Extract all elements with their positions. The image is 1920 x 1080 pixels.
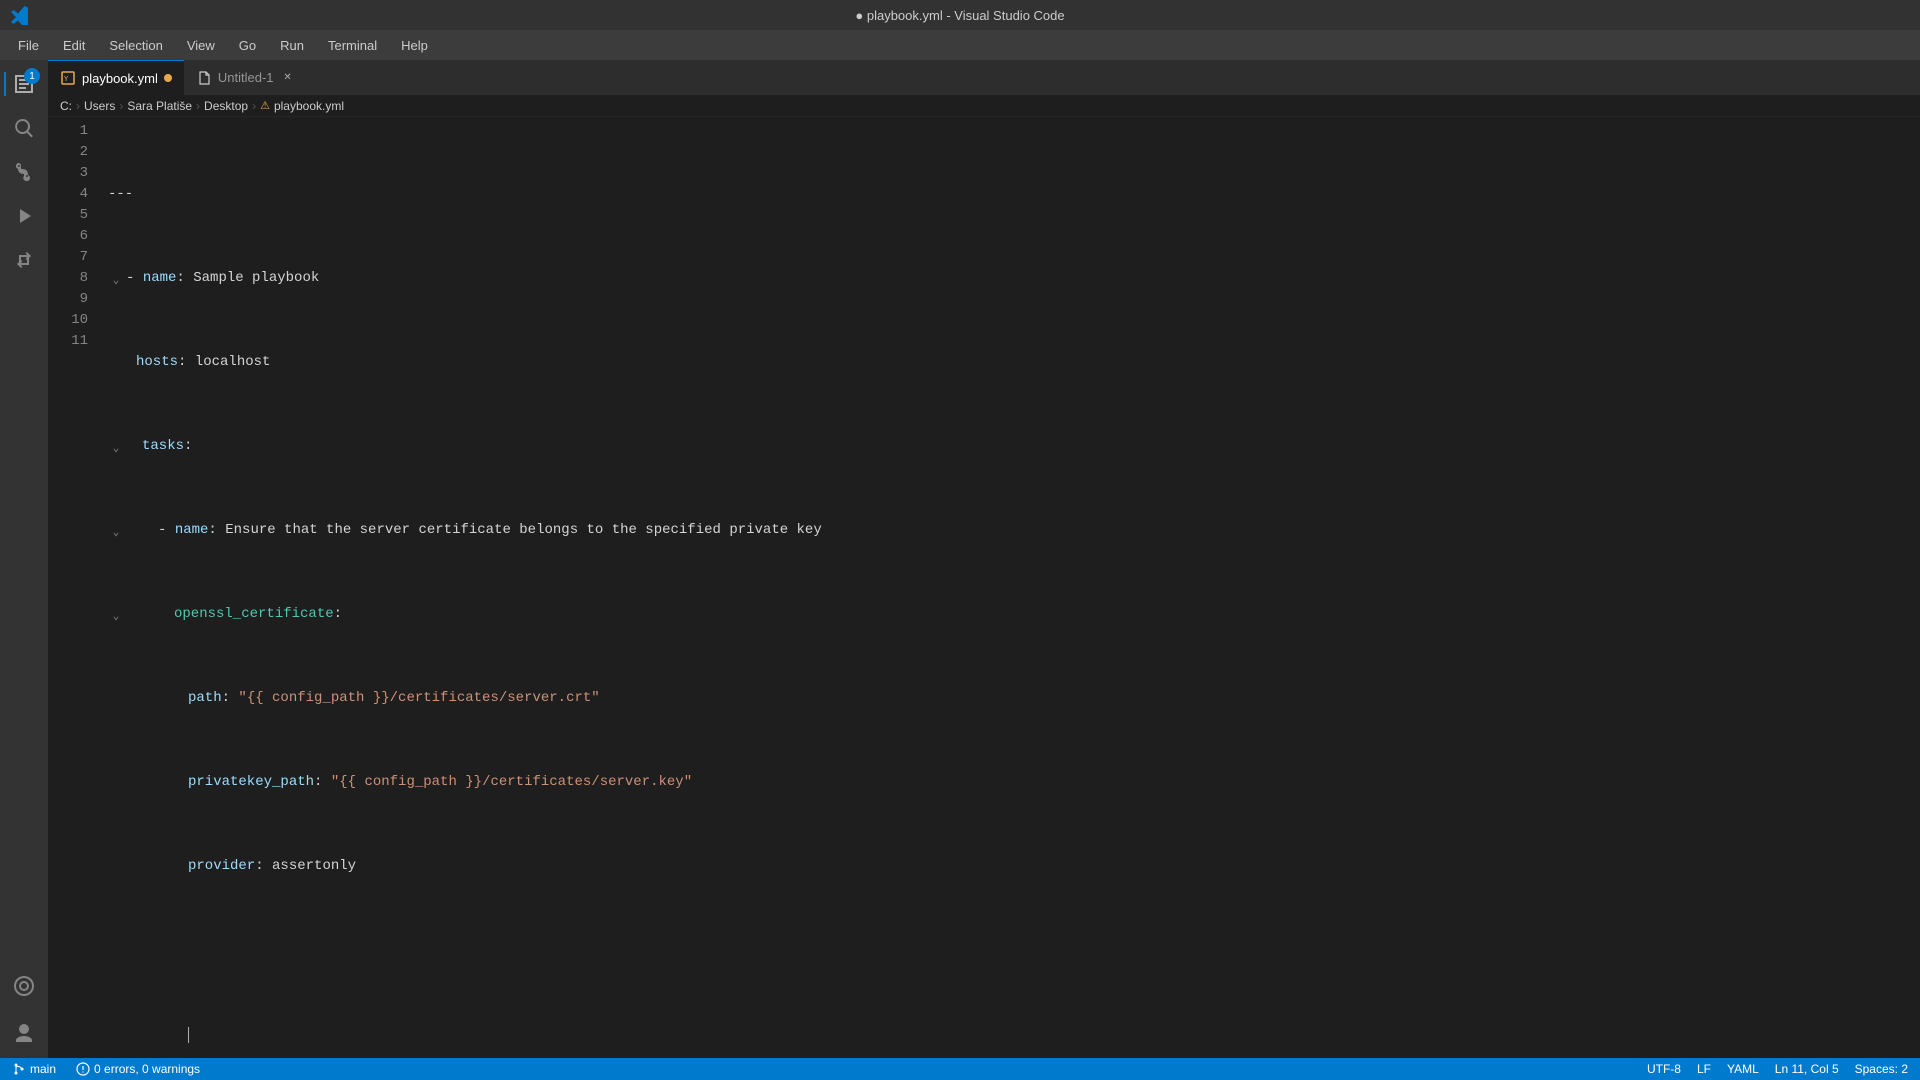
tab-icon-file: [196, 70, 212, 86]
activity-btn-remote[interactable]: [4, 966, 44, 1006]
fold-icon-2[interactable]: ⌄: [108, 271, 124, 287]
menu-file[interactable]: File: [8, 34, 49, 57]
activity-btn-accounts[interactable]: [4, 1014, 44, 1054]
activity-btn-search[interactable]: [4, 108, 44, 148]
code-line-10: [108, 940, 1920, 961]
code-line-4: ⌄tasks:: [108, 436, 1920, 457]
vscode-logo: [10, 5, 30, 25]
breadcrumb-users[interactable]: Users: [84, 99, 115, 113]
tab-label: playbook.yml: [82, 71, 158, 86]
tab-playbook-yml[interactable]: Y playbook.yml: [48, 60, 184, 95]
status-bar: main 0 errors, 0 warnings UTF-8 LF YAML …: [0, 1058, 1920, 1080]
tab-close-untitled[interactable]: ✕: [280, 70, 296, 86]
menu-selection[interactable]: Selection: [99, 34, 172, 57]
breadcrumb-file[interactable]: playbook.yml: [274, 99, 344, 113]
status-branch-text: main: [30, 1062, 56, 1076]
text-cursor: [188, 1027, 189, 1043]
breadcrumb-icon: ⚠: [260, 99, 270, 112]
breadcrumb-sep-3: ›: [252, 99, 256, 113]
breadcrumb: C: › Users › Sara Platiše › Desktop › ⚠ …: [48, 95, 1920, 117]
code-line-9: provider: assertonly: [108, 856, 1920, 877]
window-title: ● playbook.yml - Visual Studio Code: [855, 8, 1064, 23]
breadcrumb-sep-2: ›: [196, 99, 200, 113]
editor-area: Y playbook.yml Untitled-1 ✕ C: ›: [48, 60, 1920, 1058]
menu-edit[interactable]: Edit: [53, 34, 95, 57]
activity-btn-run[interactable]: [4, 196, 44, 236]
menu-help[interactable]: Help: [391, 34, 438, 57]
code-line-6: ⌄openssl_certificate:: [108, 604, 1920, 625]
activity-btn-explorer[interactable]: 1: [4, 64, 44, 104]
code-content[interactable]: --- ⌄- name: Sample playbook hosts: loca…: [98, 121, 1920, 1054]
status-errors[interactable]: 0 errors, 0 warnings: [72, 1062, 204, 1076]
code-line-7: path: "{{ config_path }}/certificates/se…: [108, 688, 1920, 709]
menu-run[interactable]: Run: [270, 34, 314, 57]
title-bar: ● playbook.yml - Visual Studio Code: [0, 0, 1920, 30]
breadcrumb-sep-0: ›: [76, 99, 80, 113]
tab-untitled-1[interactable]: Untitled-1 ✕: [184, 60, 308, 95]
main-layout: 1: [0, 60, 1920, 1058]
fold-icon-6[interactable]: ⌄: [108, 607, 124, 623]
code-line-5: ⌄- name: Ensure that the server certific…: [108, 520, 1920, 541]
fold-icon-5[interactable]: ⌄: [108, 523, 124, 539]
status-language[interactable]: YAML: [1723, 1062, 1763, 1076]
status-branch[interactable]: main: [8, 1062, 60, 1076]
status-position[interactable]: Ln 11, Col 5: [1771, 1062, 1843, 1076]
menu-bar: File Edit Selection View Go Run Terminal…: [0, 30, 1920, 60]
activity-btn-source-control[interactable]: [4, 152, 44, 192]
breadcrumb-c[interactable]: C:: [60, 99, 72, 113]
status-right: UTF-8 LF YAML Ln 11, Col 5 Spaces: 2: [1643, 1062, 1912, 1076]
code-line-1: ---: [108, 184, 1920, 205]
tab-icon-yaml: Y: [60, 70, 76, 86]
tabs-bar: Y playbook.yml Untitled-1 ✕: [48, 60, 1920, 95]
fold-icon-4[interactable]: ⌄: [108, 439, 124, 455]
breadcrumb-sara[interactable]: Sara Platiše: [127, 99, 192, 113]
tab-label-untitled: Untitled-1: [218, 70, 274, 85]
code-editor[interactable]: 1 2 3 4 5 6 7 8 9 10 11 --- ⌄- name: Sam…: [48, 117, 1920, 1058]
code-line-11: [108, 1024, 1920, 1045]
menu-view[interactable]: View: [177, 34, 225, 57]
status-encoding[interactable]: UTF-8: [1643, 1062, 1685, 1076]
code-line-3: hosts: localhost: [108, 352, 1920, 373]
status-line-ending[interactable]: LF: [1693, 1062, 1715, 1076]
svg-text:Y: Y: [64, 75, 69, 83]
menu-go[interactable]: Go: [229, 34, 266, 57]
menu-terminal[interactable]: Terminal: [318, 34, 387, 57]
line-numbers: 1 2 3 4 5 6 7 8 9 10 11: [48, 121, 98, 1054]
code-line-2: ⌄- name: Sample playbook: [108, 268, 1920, 289]
status-errors-text: 0 errors, 0 warnings: [94, 1062, 200, 1076]
code-line-8: privatekey_path: "{{ config_path }}/cert…: [108, 772, 1920, 793]
activity-bar: 1: [0, 60, 48, 1058]
tab-modified-dot: [164, 74, 172, 82]
status-spaces[interactable]: Spaces: 2: [1851, 1062, 1912, 1076]
breadcrumb-sep-1: ›: [119, 99, 123, 113]
activity-btn-extensions[interactable]: [4, 240, 44, 280]
breadcrumb-desktop[interactable]: Desktop: [204, 99, 248, 113]
